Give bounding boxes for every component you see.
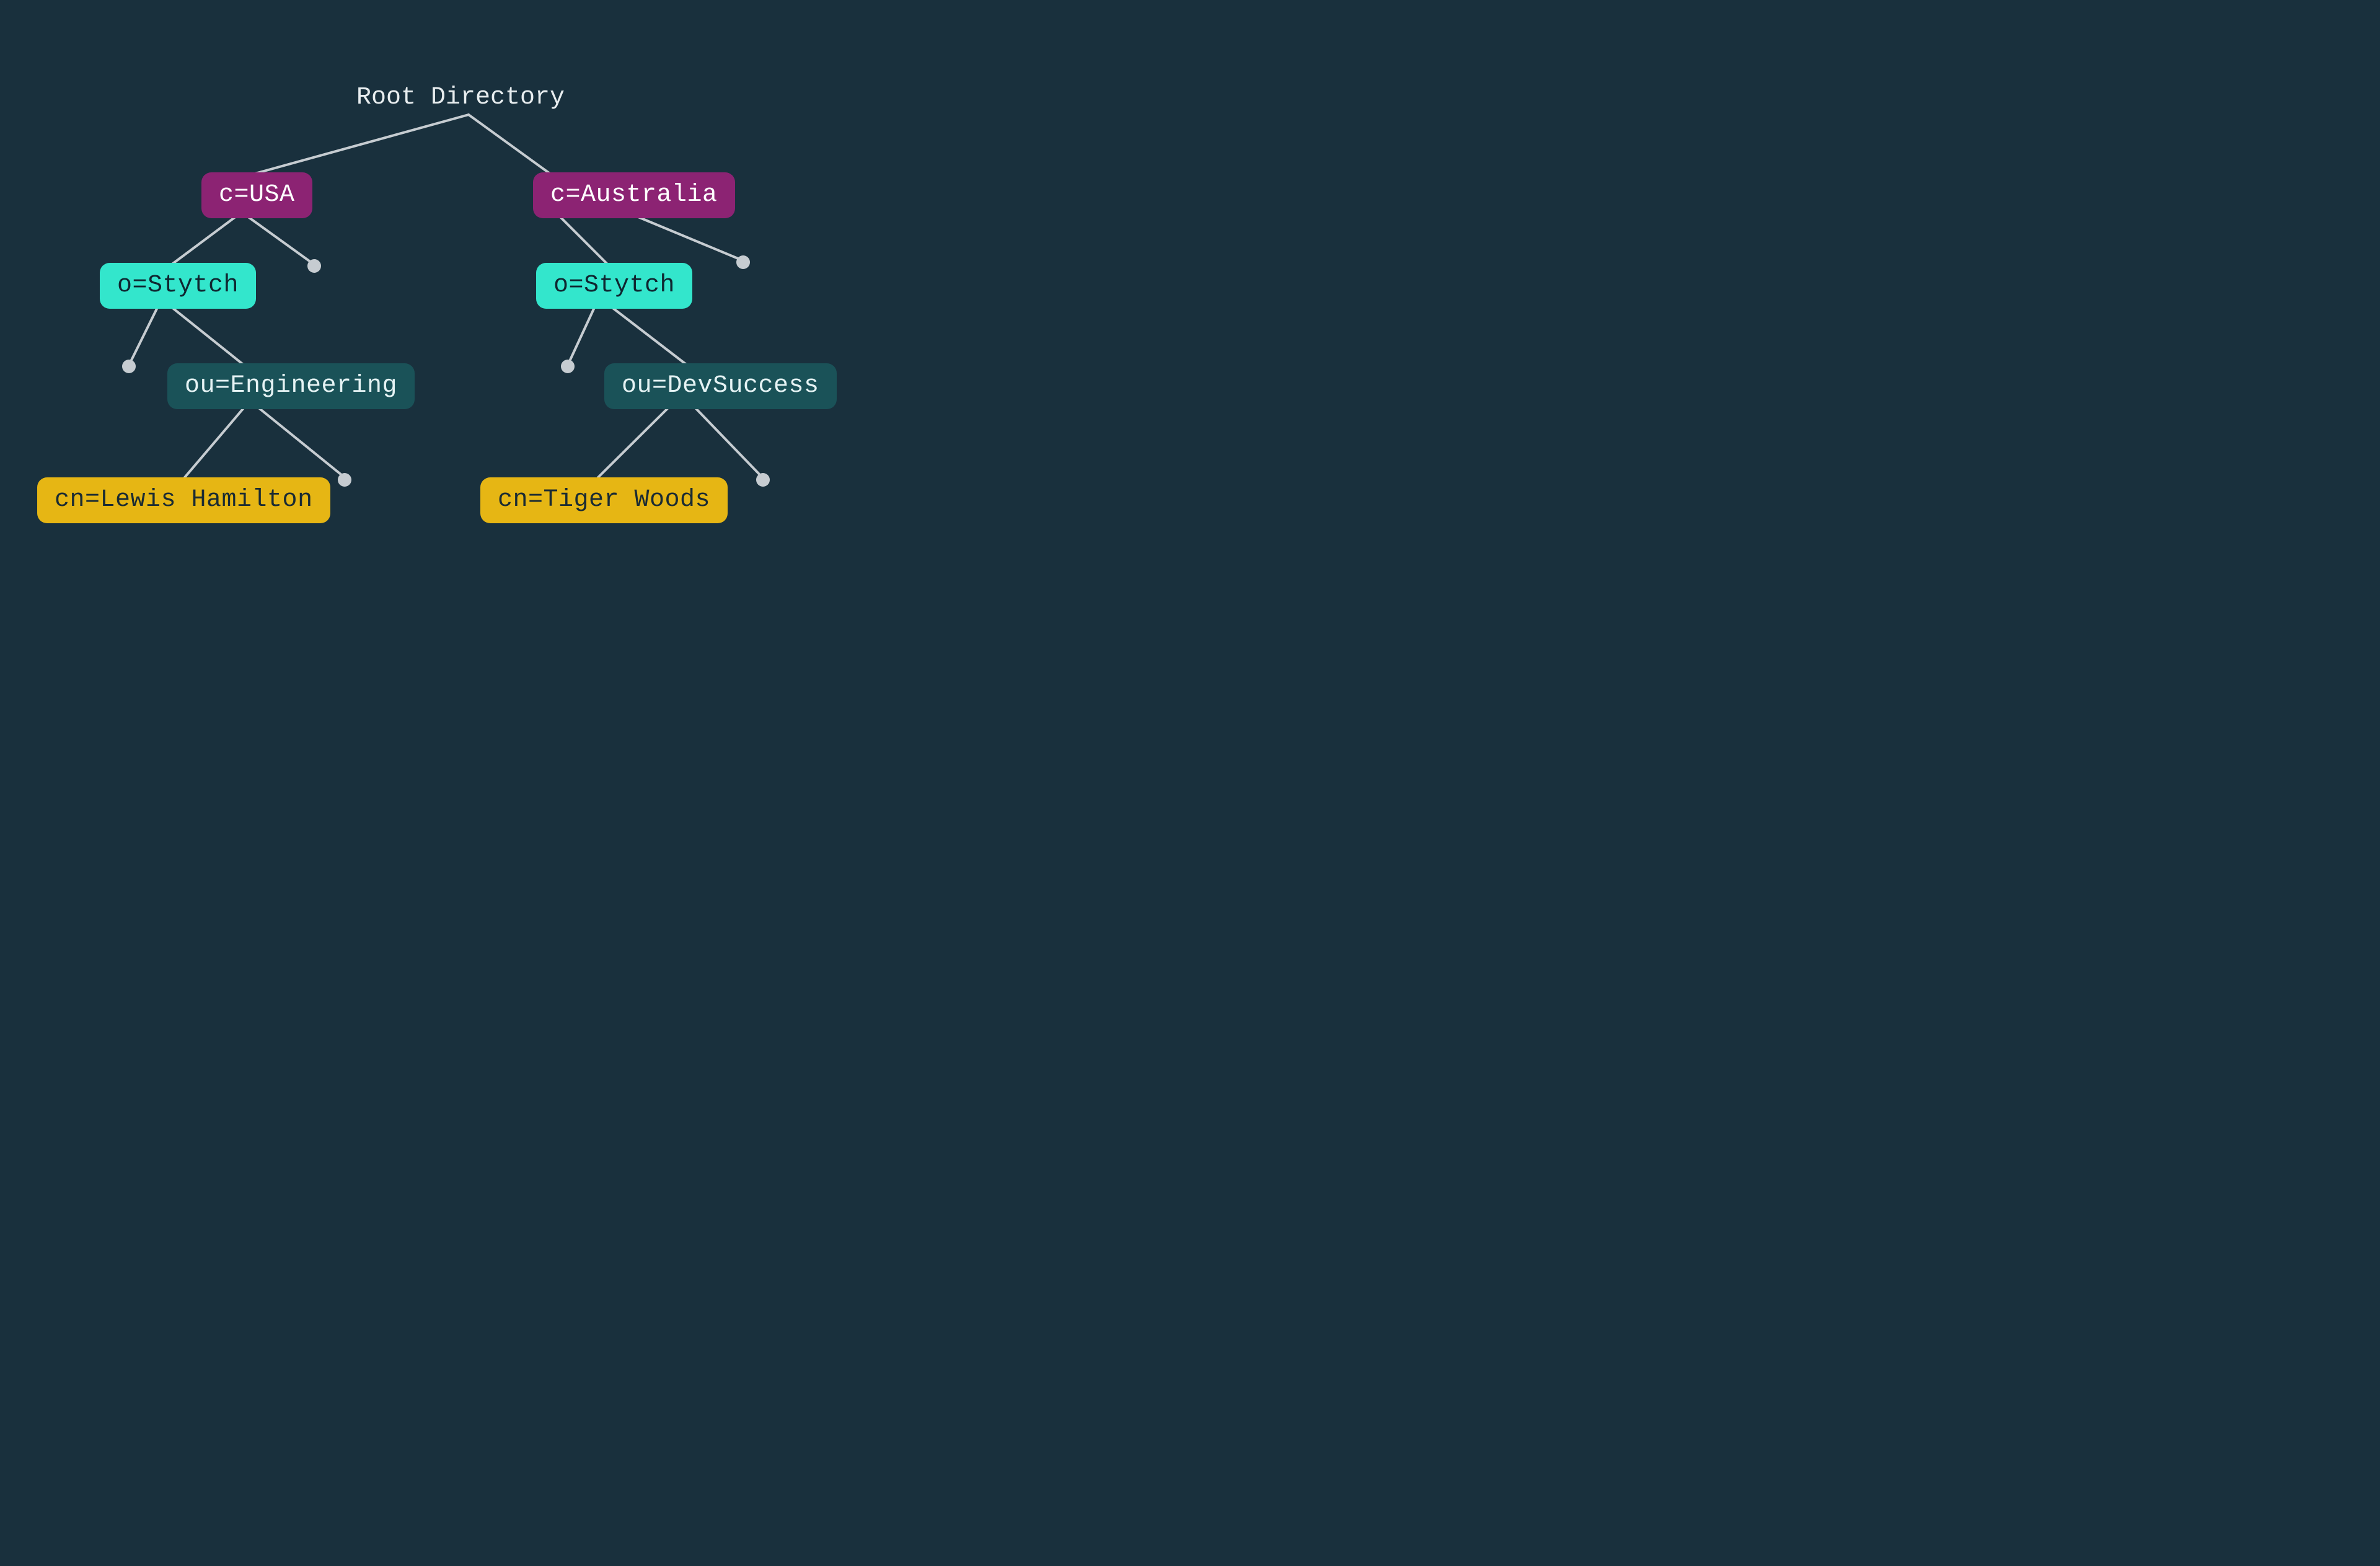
placeholder-dot <box>756 473 770 487</box>
node-ou-devsuccess: ou=DevSuccess <box>604 363 837 409</box>
placeholder-dot <box>338 473 351 487</box>
placeholder-dot <box>307 259 321 273</box>
placeholder-dot <box>736 255 750 269</box>
directory-tree-diagram: Root Directory c=USA o=Stytch ou=Enginee… <box>0 0 941 619</box>
node-country-usa: c=USA <box>201 172 312 218</box>
node-org-stytch-right: o=Stytch <box>536 263 692 309</box>
node-cn-lewis-hamilton: cn=Lewis Hamilton <box>37 477 330 523</box>
node-cn-tiger-woods: cn=Tiger Woods <box>480 477 728 523</box>
node-ou-engineering: ou=Engineering <box>167 363 415 409</box>
root-directory-label: Root Directory <box>356 84 565 112</box>
placeholder-dot <box>561 360 575 373</box>
placeholder-dot <box>122 360 136 373</box>
node-country-australia: c=Australia <box>533 172 735 218</box>
node-org-stytch-left: o=Stytch <box>100 263 256 309</box>
